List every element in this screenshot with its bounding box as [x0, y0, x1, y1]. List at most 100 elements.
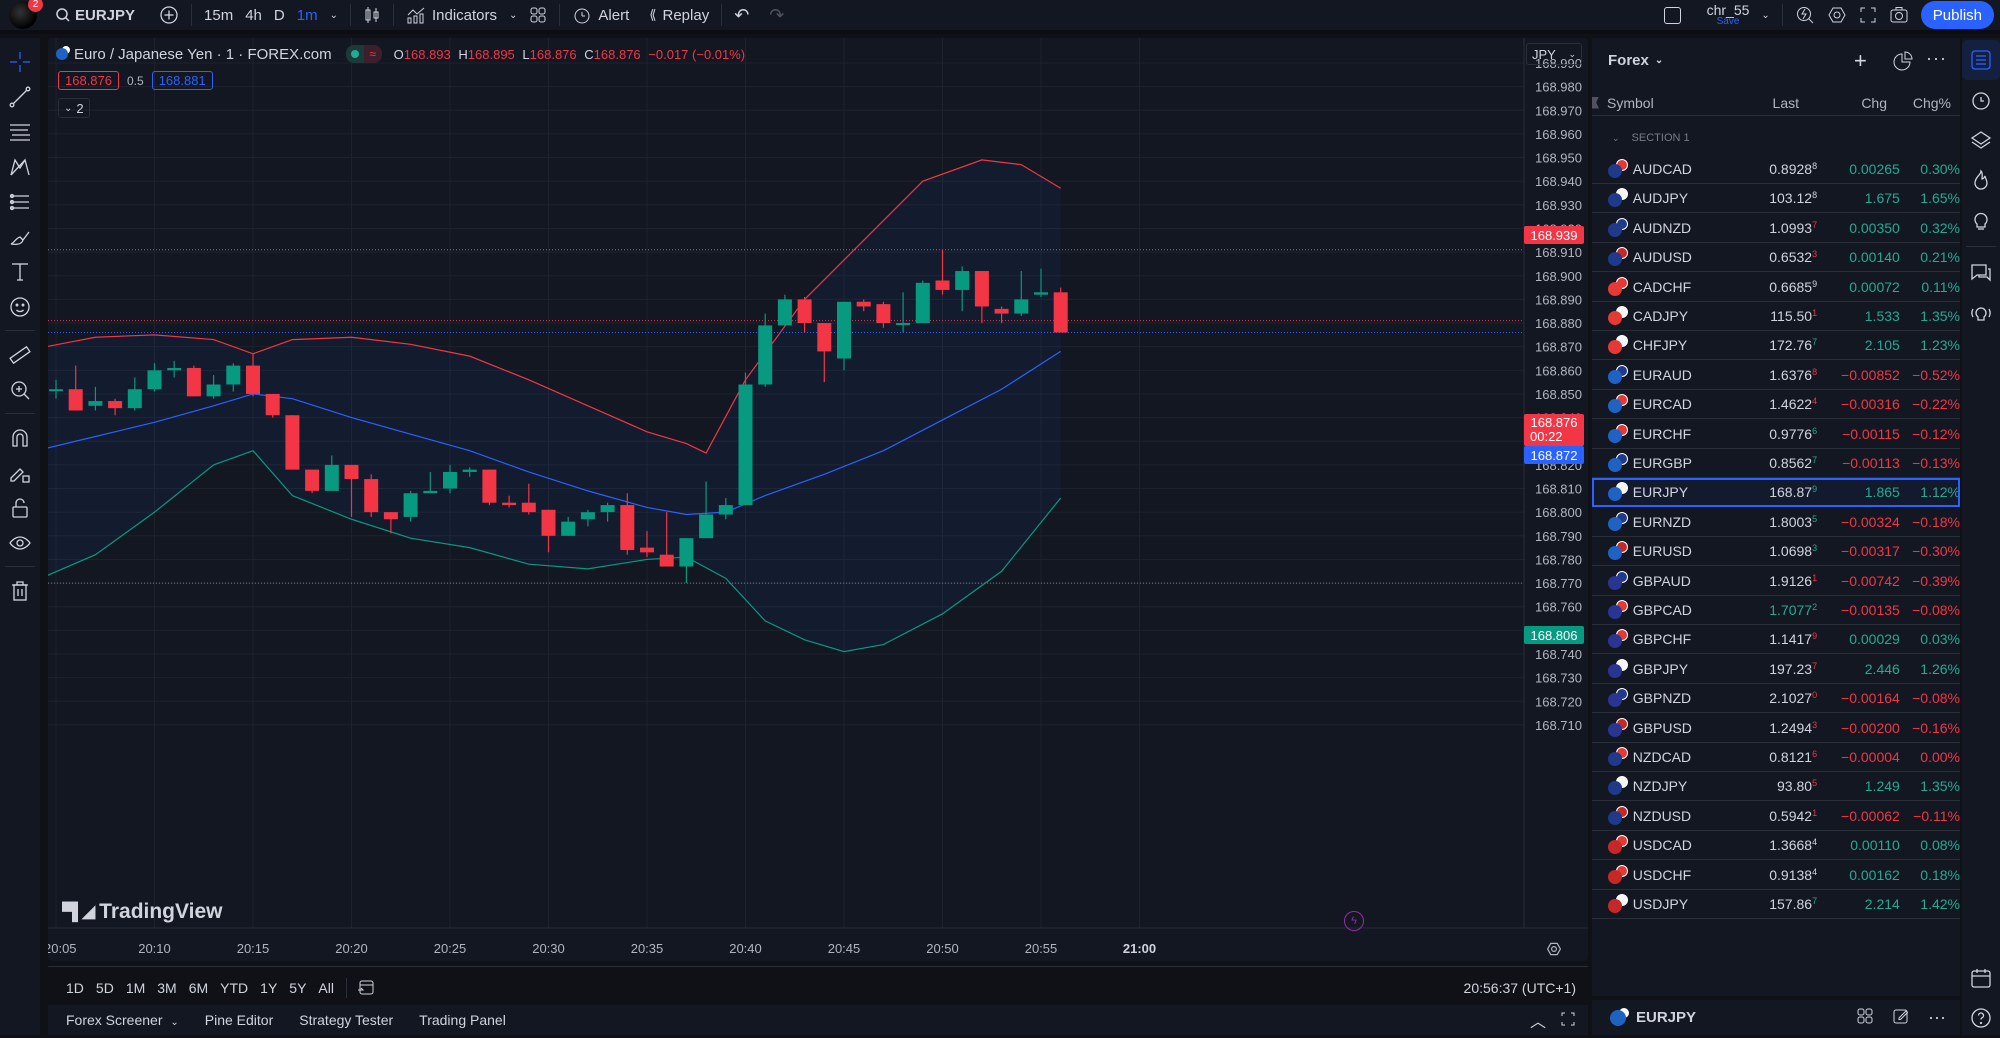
- layout-name-button[interactable]: chr_55 Save: [1701, 0, 1756, 32]
- replay-button[interactable]: ⟪ Replay: [643, 0, 715, 32]
- lock-all-tool[interactable]: [0, 490, 40, 525]
- watchlist-row[interactable]: AUDJPY 103.128 1.675 1.65%: [1592, 184, 1960, 214]
- market-status-badge[interactable]: [345, 45, 364, 63]
- lock-drawings-tool[interactable]: [0, 455, 40, 490]
- go-to-date-button[interactable]: [357, 978, 375, 999]
- watchlist-row[interactable]: USDCAD 1.36684 0.00110 0.08%: [1592, 831, 1960, 861]
- indicators-collapse-button[interactable]: ⌄ 2: [58, 98, 90, 118]
- col-last[interactable]: Last: [1719, 95, 1799, 111]
- interval-1m-active[interactable]: 1m: [291, 0, 324, 32]
- emoji-tool[interactable]: [0, 289, 40, 324]
- axis-settings-button[interactable]: [1546, 941, 1562, 960]
- remove-drawings-tool[interactable]: [0, 573, 40, 608]
- indicators-dropdown-chevron-icon[interactable]: ⌄: [503, 0, 523, 32]
- lightning-event-icon[interactable]: ϟ: [1344, 911, 1364, 931]
- delayed-data-icon[interactable]: ≈: [363, 45, 382, 63]
- watchlist-row[interactable]: EURCAD 1.46224 −0.00316 −0.22%: [1592, 390, 1960, 420]
- zoom-tool[interactable]: [0, 372, 40, 407]
- tab-strategy-tester[interactable]: Strategy Tester: [299, 1012, 393, 1028]
- quick-search-button[interactable]: [1789, 0, 1821, 32]
- watchlist-tab[interactable]: [1962, 40, 2000, 80]
- interval-4h[interactable]: 4h: [239, 0, 268, 32]
- chart-type-button[interactable]: [357, 0, 387, 32]
- publish-button[interactable]: Publish: [1920, 1, 1994, 29]
- help-button[interactable]: [1962, 998, 2000, 1038]
- watchlist-row[interactable]: GBPCAD 1.70772 −0.00135 −0.08%: [1592, 596, 1960, 625]
- magnet-tool[interactable]: [0, 420, 40, 455]
- calendar-tab[interactable]: [1962, 958, 2000, 998]
- watchlist-row[interactable]: CHFJPY 172.767 2.105 1.23%: [1592, 331, 1960, 361]
- watchlist-row[interactable]: GBPUSD 1.24943 −0.00200 −0.16%: [1592, 714, 1960, 743]
- watchlist-more-button[interactable]: ···: [1926, 48, 1947, 69]
- layouts-button[interactable]: [523, 0, 553, 32]
- watchlist-row[interactable]: AUDUSD 0.65323 0.00140 0.21%: [1592, 243, 1960, 273]
- col-symbol[interactable]: Symbol: [1607, 95, 1719, 111]
- watchlist-row[interactable]: EURUSD 1.06983 −0.00317 −0.30%: [1592, 537, 1960, 567]
- watchlist-row[interactable]: EURCHF 0.97766 −0.00115 −0.12%: [1592, 420, 1960, 449]
- multi-chart-button[interactable]: [1658, 0, 1687, 32]
- alert-button[interactable]: Alert: [566, 0, 635, 32]
- layout-dropdown-chevron-icon[interactable]: ⌄: [1755, 0, 1775, 32]
- range-5y[interactable]: 5Y: [289, 980, 306, 996]
- col-chg-pct[interactable]: Chg%: [1887, 95, 1951, 111]
- watchlist-row[interactable]: NZDCAD 0.81216 −0.00004 0.00%: [1592, 743, 1960, 772]
- chats-tab[interactable]: [1962, 253, 2000, 293]
- sell-button[interactable]: 168.876: [58, 71, 119, 90]
- watchlist-row[interactable]: USDCHF 0.91384 0.00162 0.18%: [1592, 861, 1960, 890]
- crosshair-tool[interactable]: [0, 44, 40, 79]
- tab-trading-panel[interactable]: Trading Panel: [419, 1012, 506, 1028]
- interval-dropdown-chevron-icon[interactable]: ⌄: [324, 0, 344, 32]
- range-3m[interactable]: 3M: [157, 980, 176, 996]
- watchlist-row[interactable]: GBPJPY 197.237 2.446 1.26%: [1592, 655, 1960, 684]
- ideas-tab[interactable]: [1962, 200, 2000, 240]
- watchlist-row[interactable]: EURAUD 1.63768 −0.00852 −0.52%: [1592, 361, 1960, 390]
- range-5d[interactable]: 5D: [96, 980, 114, 996]
- details-more-button[interactable]: ···: [1928, 1007, 1946, 1028]
- range-1m[interactable]: 1M: [126, 980, 145, 996]
- brush-tool[interactable]: [0, 219, 40, 254]
- interval-d[interactable]: D: [268, 0, 291, 32]
- currency-selector[interactable]: JPY ⌄: [1526, 43, 1582, 65]
- col-chg[interactable]: Chg: [1799, 95, 1887, 111]
- forecast-tool[interactable]: [0, 184, 40, 219]
- section-header[interactable]: ⌄ SECTION 1: [1612, 132, 1690, 144]
- horizontal-lines-tool[interactable]: [0, 114, 40, 149]
- details-layout-button[interactable]: [1856, 1007, 1874, 1028]
- chart-title[interactable]: Euro / Japanese Yen · 1 · FOREX.com: [74, 46, 332, 63]
- watchlist-row[interactable]: NZDJPY 93.805 1.249 1.35%: [1592, 772, 1960, 802]
- snapshot-button[interactable]: [1883, 0, 1915, 32]
- advanced-view-button[interactable]: [1892, 50, 1914, 75]
- watchlist-row[interactable]: AUDCAD 0.89288 0.00265 0.30%: [1592, 155, 1960, 184]
- details-note-button[interactable]: [1892, 1007, 1910, 1028]
- watchlist-row[interactable]: USDJPY 157.867 2.214 1.42%: [1592, 890, 1960, 919]
- hotlists-tab[interactable]: [1962, 160, 2000, 200]
- user-avatar[interactable]: 2: [9, 0, 43, 29]
- range-1y[interactable]: 1Y: [260, 980, 277, 996]
- watchlist-row[interactable]: AUDNZD 1.09937 0.00350 0.32%: [1592, 214, 1960, 243]
- alerts-tab[interactable]: [1962, 80, 2000, 120]
- watchlist-row[interactable]: EURJPY 168.879 1.865 1.12%: [1592, 478, 1960, 508]
- expand-panel-button[interactable]: ︿: [1530, 1008, 1546, 1032]
- tab-forex-screener[interactable]: Forex Screener ⌄: [66, 1012, 179, 1028]
- buy-button[interactable]: 168.881: [151, 71, 213, 90]
- object-tree-tab[interactable]: [1962, 120, 2000, 160]
- watchlist-row[interactable]: CADCHF 0.66859 0.00072 0.11%: [1592, 273, 1960, 302]
- maximize-panel-button[interactable]: [1560, 1011, 1576, 1030]
- measure-tool[interactable]: [0, 337, 40, 372]
- watchlist-row[interactable]: GBPAUD 1.91261 −0.00742 −0.39%: [1592, 567, 1960, 596]
- text-tool[interactable]: [0, 254, 40, 289]
- undo-button[interactable]: ↶: [728, 0, 755, 32]
- pattern-tool[interactable]: [0, 149, 40, 184]
- add-symbol-button[interactable]: +: [1854, 48, 1867, 74]
- clock-timezone[interactable]: 20:56:37 (UTC+1): [1464, 974, 1576, 1002]
- compare-symbol-button[interactable]: [153, 0, 185, 32]
- range-1d[interactable]: 1D: [66, 980, 84, 996]
- watchlist-row[interactable]: NZDUSD 0.59421 −0.00062 −0.11%: [1592, 802, 1960, 831]
- symbol-search-button[interactable]: EURJPY: [49, 0, 141, 32]
- watchlist-row[interactable]: EURNZD 1.80035 −0.00324 −0.18%: [1592, 508, 1960, 537]
- streams-tab[interactable]: [1962, 293, 2000, 333]
- range-ytd[interactable]: YTD: [220, 980, 248, 996]
- watchlist-row[interactable]: GBPCHF 1.14179 0.00029 0.03%: [1592, 625, 1960, 655]
- watchlist-row[interactable]: EURGBP 0.85627 −0.00113 −0.13%: [1592, 449, 1960, 478]
- hide-drawings-tool[interactable]: [0, 525, 40, 560]
